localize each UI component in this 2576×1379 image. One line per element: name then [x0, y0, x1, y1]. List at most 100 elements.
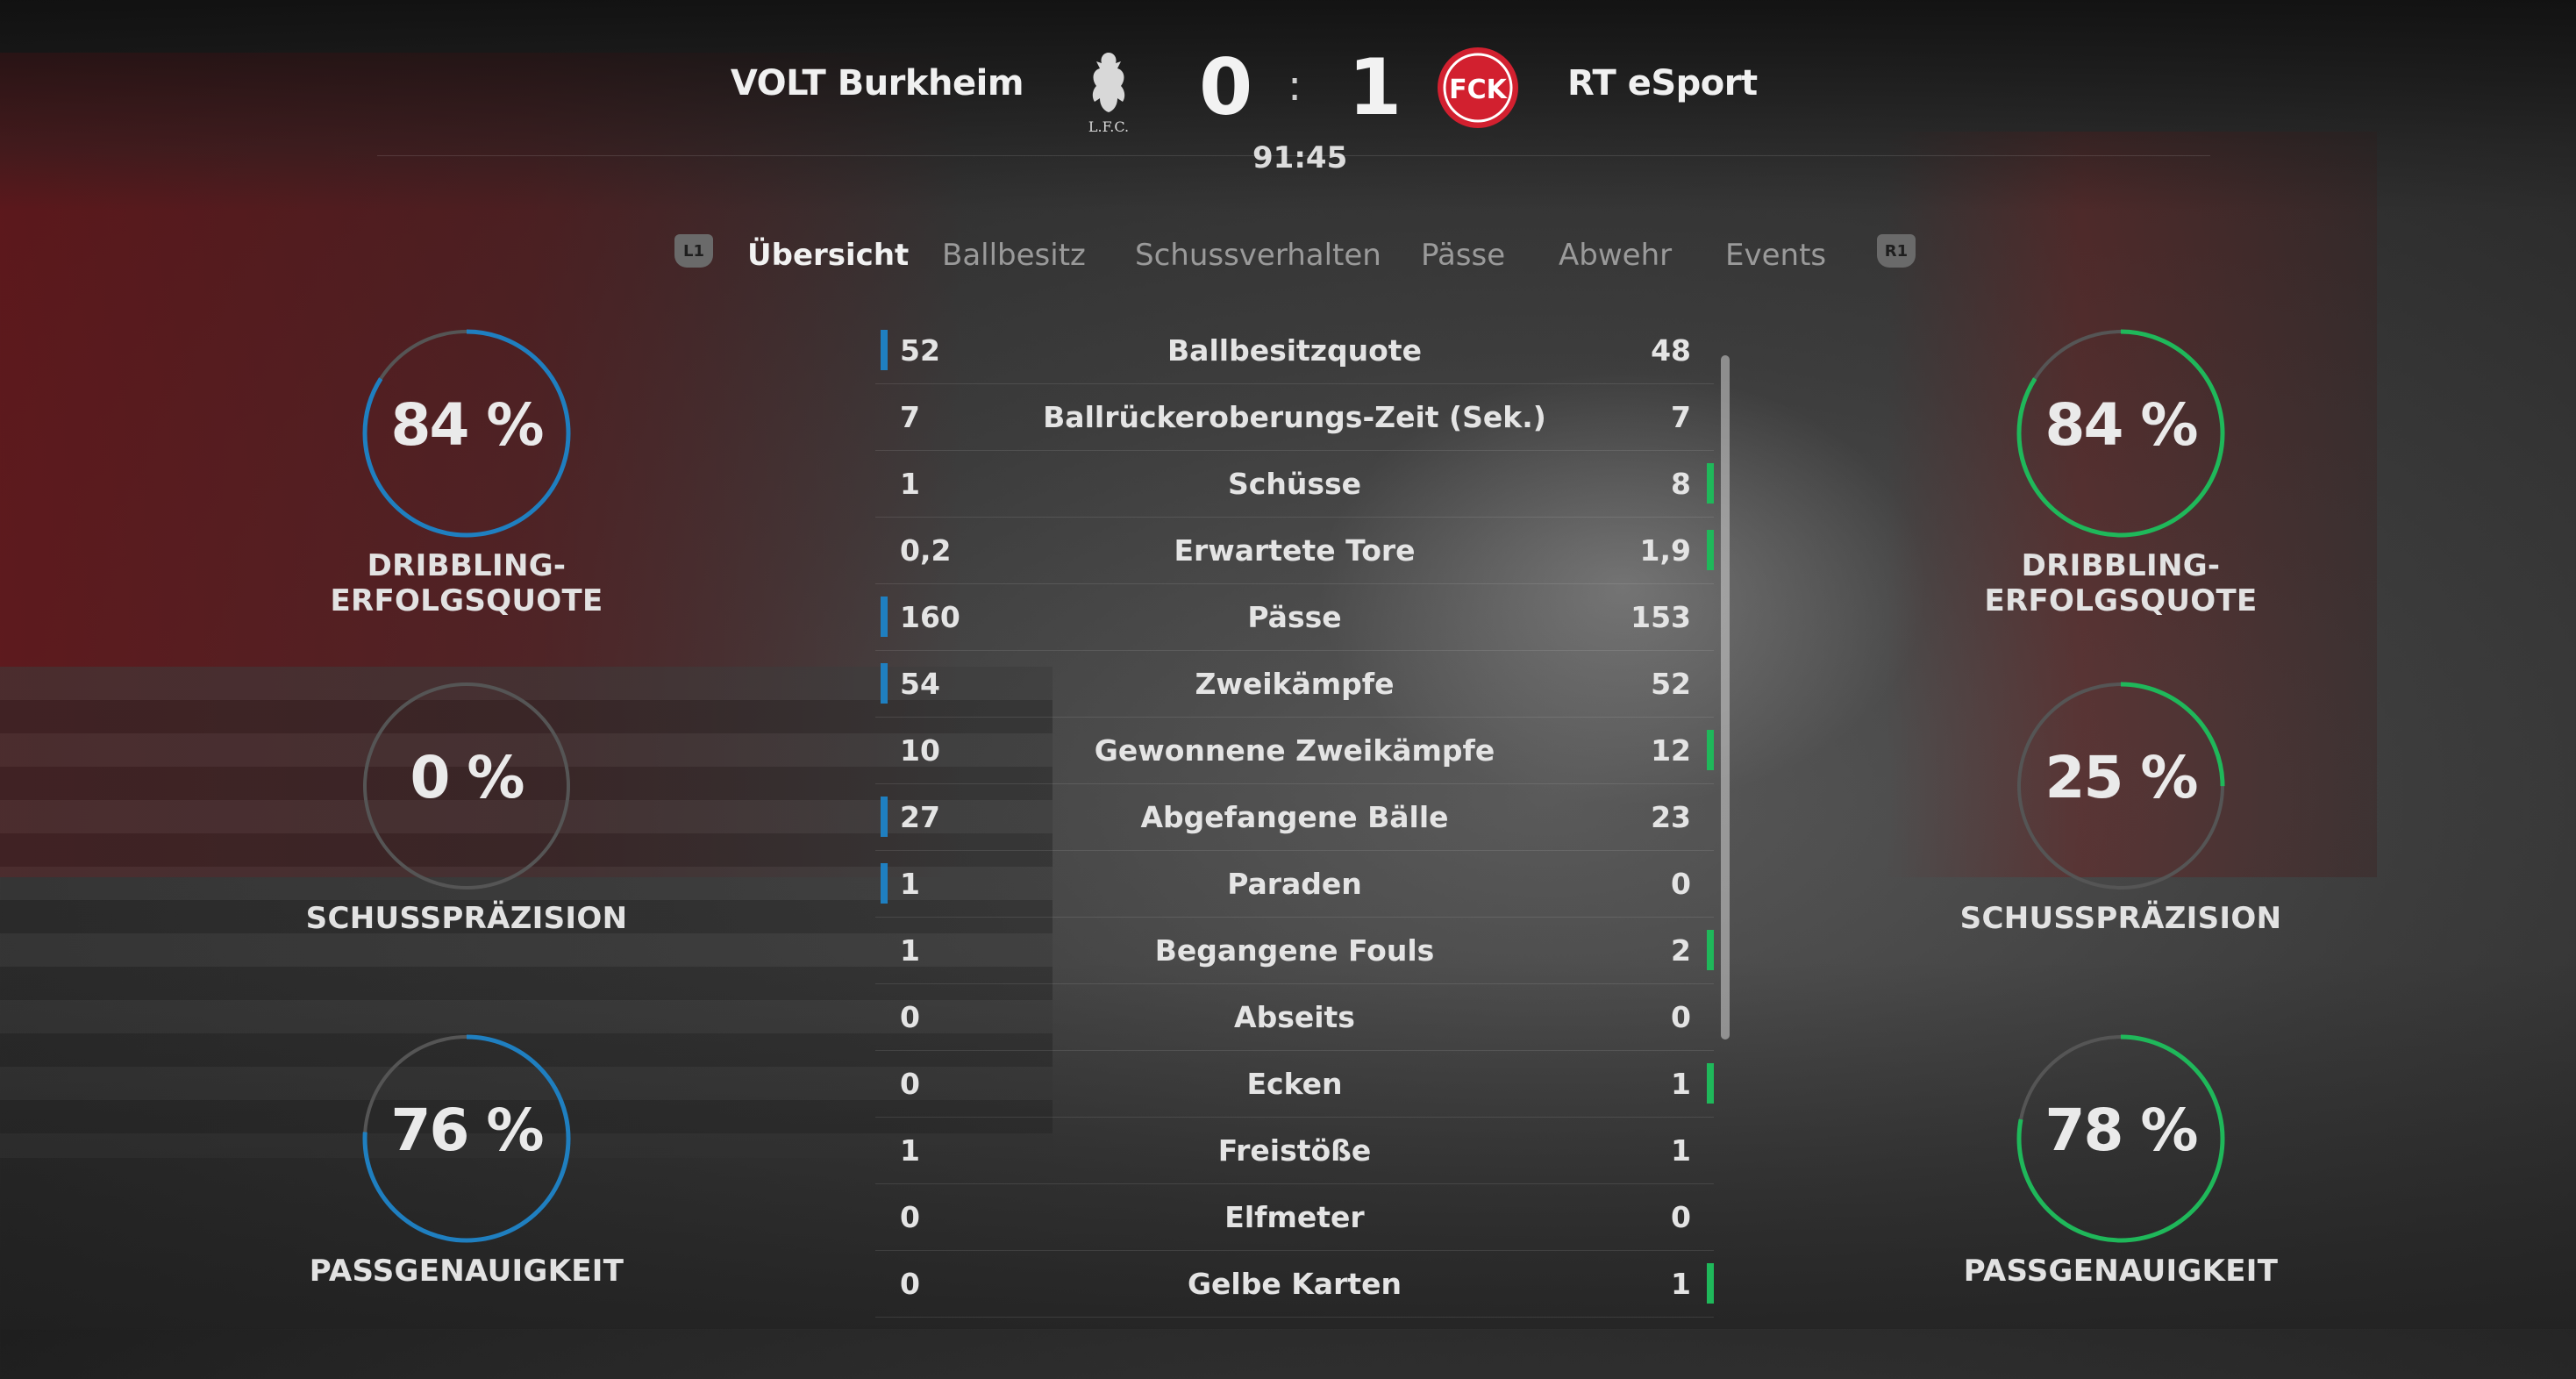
tab-schussverhalten[interactable]: Schussverhalten: [1135, 238, 1381, 273]
away-dribbling-value: 84 %: [2044, 391, 2199, 459]
tab-events[interactable]: Events: [1725, 238, 1826, 273]
stat-home-value: 0: [900, 1067, 920, 1101]
away-crest-text: FCK: [1449, 75, 1509, 105]
away-score: 1: [1348, 42, 1402, 132]
scoreboard: VOLT Burkheim L.F.C. 0 : 1 FCK RT eSport…: [0, 0, 2576, 175]
stat-away-value: 1: [1671, 1067, 1691, 1101]
r1-bumper-icon[interactable]: R1: [1877, 234, 1916, 268]
stat-home-value: 0: [900, 1200, 920, 1234]
away-gauge-pass-accuracy: 78 % PASSGENAUIGKEIT: [1910, 1028, 2331, 1379]
stat-away-value: 1,9: [1639, 533, 1691, 568]
stat-row: 1 Freistöße 1: [875, 1118, 1714, 1184]
tab-uebersicht[interactable]: Übersicht: [747, 238, 909, 273]
home-dribbling-label: DRIBBLING-ERFOLGSQUOTE: [330, 548, 603, 618]
stat-away-value: 1: [1671, 1267, 1691, 1301]
away-leader-bar: [1707, 1263, 1714, 1304]
home-score: 0: [1199, 42, 1253, 132]
stat-name: Gewonnene Zweikämpfe: [1094, 733, 1495, 768]
home-pass-accuracy-label: PASSGENAUIGKEIT: [309, 1254, 624, 1289]
away-leader-bar: [1707, 930, 1714, 970]
away-dribbling-label: DRIBBLING-ERFOLGSQUOTE: [1984, 548, 2258, 618]
away-shot-accuracy-value: 25 %: [2044, 744, 2199, 811]
away-leader-bar: [1707, 1063, 1714, 1104]
stat-name: Abseits: [1234, 1000, 1355, 1034]
stat-name: Paraden: [1227, 867, 1362, 901]
stat-home-value: 52: [900, 333, 940, 368]
stats-scrollbar[interactable]: [1721, 355, 1730, 1040]
stat-home-value: 7: [900, 400, 920, 434]
stat-home-value: 1: [900, 867, 920, 901]
stat-away-value: 0: [1671, 1200, 1691, 1234]
stat-row: 1 Begangene Fouls 2: [875, 918, 1714, 984]
home-leader-bar: [881, 330, 888, 370]
match-clock: 91:45: [1252, 140, 1348, 175]
stat-row: 160 Pässe 153: [875, 584, 1714, 651]
tab-abwehr[interactable]: Abwehr: [1559, 238, 1672, 273]
stat-home-value: 27: [900, 800, 940, 834]
home-leader-bar: [881, 597, 888, 637]
stat-home-value: 0: [900, 1267, 920, 1301]
stat-away-value: 52: [1651, 667, 1691, 701]
stat-row: 0 Ecken 1: [875, 1051, 1714, 1118]
stat-home-value: 1: [900, 933, 920, 968]
l1-bumper-icon[interactable]: L1: [674, 234, 713, 268]
fck-crest-icon: FCK: [1438, 47, 1518, 128]
away-team-name: RT eSport: [1567, 63, 1758, 104]
home-dribbling-value: 84 %: [390, 391, 545, 459]
liverpool-crest-icon: L.F.C.: [1088, 53, 1129, 135]
stat-away-value: 2: [1671, 933, 1691, 968]
stat-row: 1 Schüsse 8: [875, 451, 1714, 518]
home-leader-bar: [881, 863, 888, 904]
stat-name: Begangene Fouls: [1154, 933, 1435, 968]
stat-away-value: 7: [1671, 400, 1691, 434]
stat-name: Elfmeter: [1224, 1200, 1365, 1234]
home-gauge-shot-accuracy: 0 % SCHUSSPRÄZISION: [256, 675, 677, 1026]
stat-row: 1 Paraden 0: [875, 851, 1714, 918]
home-team-name: VOLT Burkheim: [730, 63, 1024, 104]
stat-home-value: 54: [900, 667, 940, 701]
home-pass-accuracy-value: 76 %: [390, 1097, 545, 1164]
stat-home-value: 0: [900, 1000, 920, 1034]
stat-away-value: 1: [1671, 1133, 1691, 1168]
stat-away-value: 23: [1651, 800, 1691, 834]
stat-home-value: 10: [900, 733, 940, 768]
stat-name: Pässe: [1247, 600, 1342, 634]
away-leader-bar: [1707, 530, 1714, 570]
stat-name: Ballrückeroberungs-Zeit (Sek.): [1043, 400, 1546, 434]
home-gauge-dribbling: 84 % DRIBBLING-ERFOLGSQUOTE: [256, 323, 677, 674]
tab-ballbesitz[interactable]: Ballbesitz: [942, 238, 1086, 273]
away-pass-accuracy-value: 78 %: [2044, 1097, 2199, 1164]
home-leader-bar: [881, 797, 888, 837]
header-divider: [377, 155, 2210, 156]
stat-name: Abgefangene Bälle: [1140, 800, 1449, 834]
stat-name: Schüsse: [1228, 467, 1361, 501]
stat-row: 52 Ballbesitzquote 48: [875, 318, 1714, 384]
stat-home-value: 1: [900, 1133, 920, 1168]
stat-name: Erwartete Tore: [1174, 533, 1416, 568]
away-gauge-dribbling: 84 % DRIBBLING-ERFOLGSQUOTE: [1910, 323, 2331, 674]
home-shot-accuracy-value: 0 %: [410, 744, 524, 811]
stat-name: Zweikämpfe: [1195, 667, 1395, 701]
stat-row: 0 Gelbe Karten 1: [875, 1251, 1714, 1318]
score-separator: :: [1288, 61, 1302, 111]
stats-table[interactable]: 52 Ballbesitzquote 48 7 Ballrückeroberungs-Z…: [875, 318, 1714, 1318]
stat-home-value: 1: [900, 467, 920, 501]
stat-name: Ecken: [1246, 1067, 1343, 1101]
away-leader-bar: [1707, 463, 1714, 504]
stat-row: 0 Elfmeter 0: [875, 1184, 1714, 1251]
stat-row: 0 Abseits 0: [875, 984, 1714, 1051]
stat-row: 7 Ballrückeroberungs-Zeit (Sek.) 7: [875, 384, 1714, 451]
stats-tabs: L1 Übersicht Ballbesitz Schussverhalten …: [0, 232, 2576, 276]
away-gauge-shot-accuracy: 25 % SCHUSSPRÄZISION: [1910, 675, 2331, 1026]
tab-paesse[interactable]: Pässe: [1421, 238, 1505, 273]
home-shot-accuracy-label: SCHUSSPRÄZISION: [305, 901, 628, 936]
away-leader-bar: [1707, 730, 1714, 770]
stat-row: 10 Gewonnene Zweikämpfe 12: [875, 718, 1714, 784]
stat-row: 0,2 Erwartete Tore 1,9: [875, 518, 1714, 584]
stat-name: Gelbe Karten: [1187, 1267, 1402, 1301]
stat-row: 54 Zweikämpfe 52: [875, 651, 1714, 718]
stat-home-value: 160: [900, 600, 960, 634]
stat-row: 27 Abgefangene Bälle 23: [875, 784, 1714, 851]
stat-away-value: 0: [1671, 1000, 1691, 1034]
stat-away-value: 8: [1671, 467, 1691, 501]
